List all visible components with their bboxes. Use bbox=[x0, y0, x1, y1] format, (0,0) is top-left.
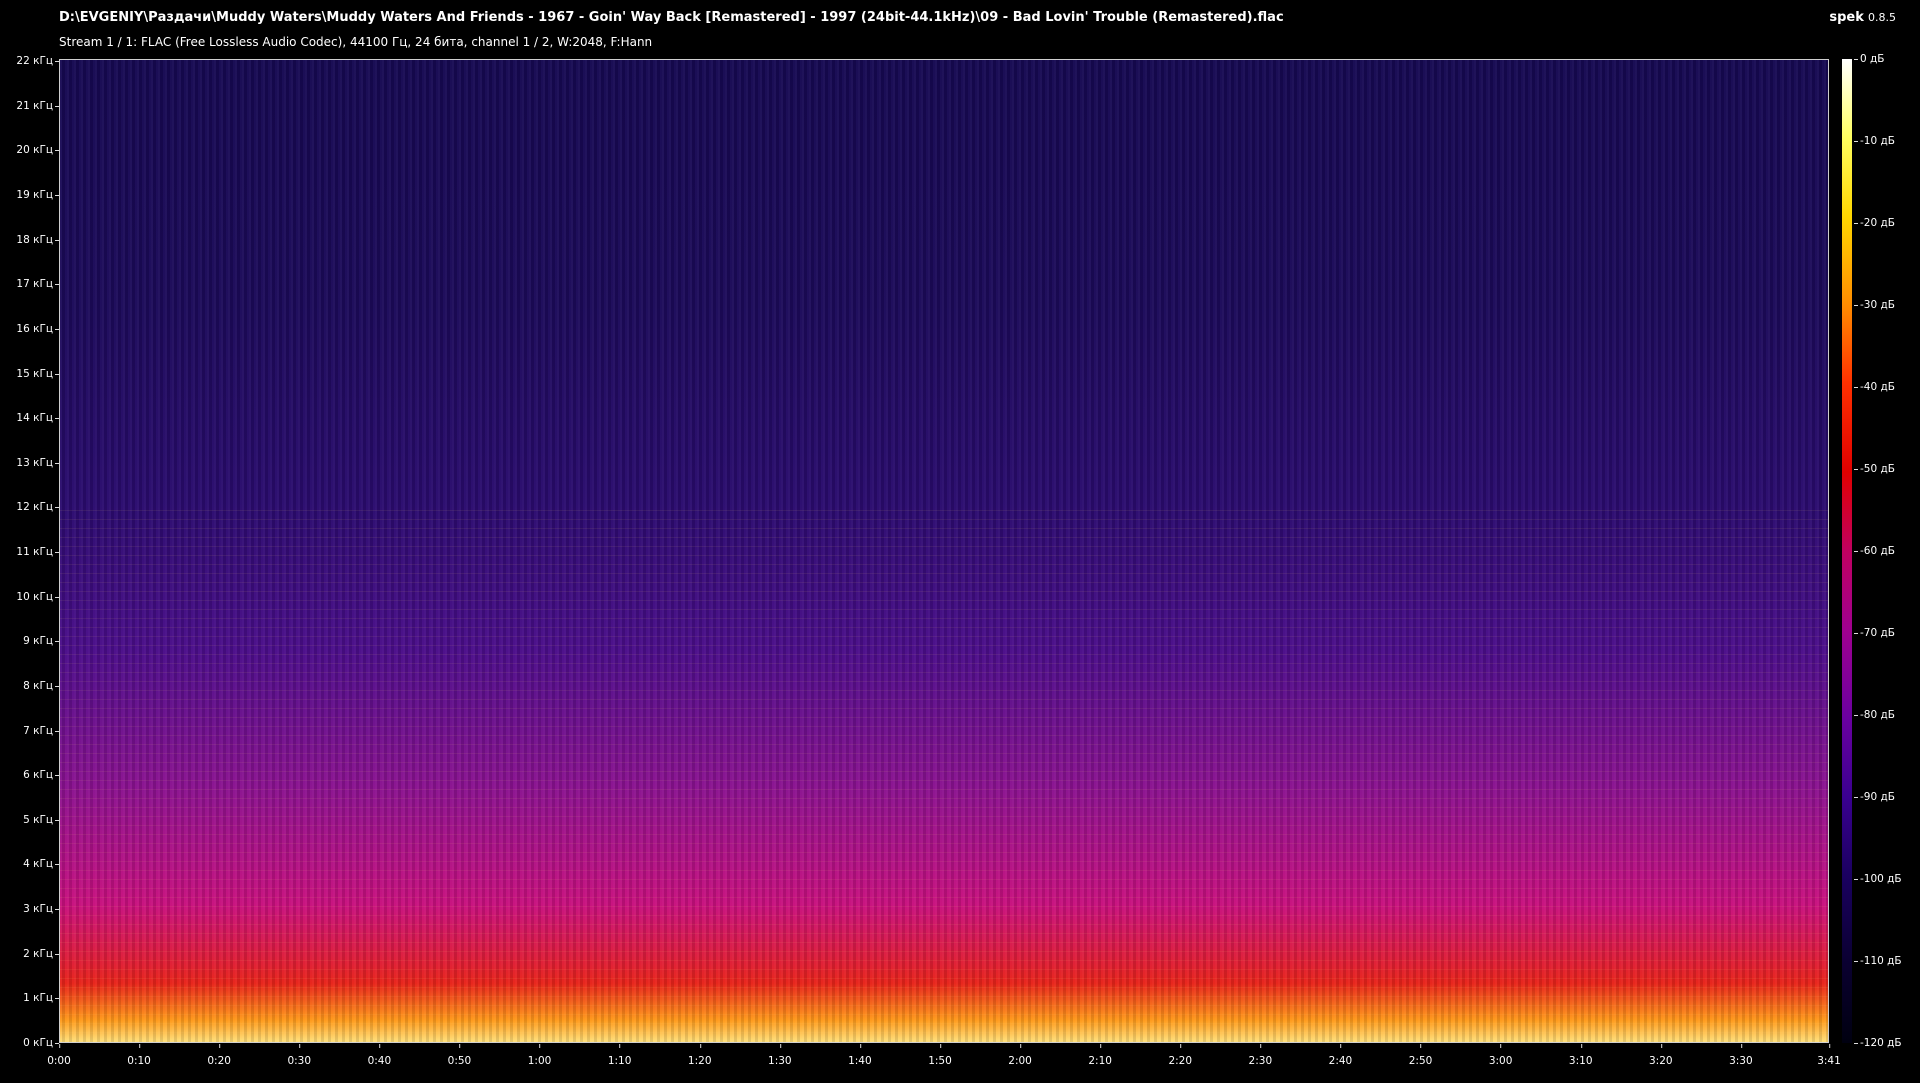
time-tick-label: 1:00 bbox=[527, 1044, 552, 1067]
spectrogram-harmonics bbox=[60, 501, 1828, 1042]
db-axis: 0 дБ -10 дБ -20 дБ -30 дБ -40 дБ -50 дБ -60 дБ… bbox=[1853, 53, 1920, 1049]
spek-window: D:\EVGENIY\Раздачи\Muddy Waters\Muddy Wa… bbox=[0, 0, 1920, 1083]
time-tick-label: 2:40 bbox=[1328, 1044, 1353, 1067]
app-version: 0.8.5 bbox=[1868, 11, 1896, 24]
file-path-title: D:\EVGENIY\Раздачи\Muddy Waters\Muddy Wa… bbox=[59, 10, 1284, 25]
time-tick-label: 3:41 bbox=[1817, 1044, 1841, 1067]
frequency-tick-label: 13 кГц bbox=[16, 456, 59, 469]
frequency-tick-label: 10 кГц bbox=[16, 590, 59, 603]
frequency-tick-label: 9 кГц bbox=[23, 635, 59, 648]
time-tick-label: 3:20 bbox=[1649, 1044, 1673, 1067]
time-tick-label: 1:30 bbox=[768, 1044, 792, 1067]
time-tick-label: 3:10 bbox=[1568, 1044, 1593, 1067]
time-tick-label: 2:10 bbox=[1088, 1044, 1112, 1067]
db-tick-label: -60 дБ bbox=[1854, 545, 1895, 557]
db-tick-label: -30 дБ bbox=[1854, 299, 1895, 311]
db-tick-label: -120 дБ bbox=[1854, 1037, 1902, 1049]
time-tick-label: 3:30 bbox=[1729, 1044, 1753, 1067]
time-tick-label: 1:10 bbox=[607, 1044, 632, 1067]
frequency-tick-label: 7 кГц bbox=[23, 724, 59, 737]
time-tick-label: 2:20 bbox=[1168, 1044, 1193, 1067]
frequency-tick-label: 4 кГц bbox=[23, 858, 59, 871]
db-tick-label: -10 дБ bbox=[1854, 135, 1895, 147]
frequency-axis: 22 кГц 21 кГц 20 кГц 19 кГц 18 кГц 17 кГц 16 к… bbox=[0, 55, 59, 1049]
time-tick-label: 0:40 bbox=[367, 1044, 392, 1067]
db-tick-label: -110 дБ bbox=[1854, 955, 1902, 967]
db-tick-label: -100 дБ bbox=[1854, 873, 1902, 885]
frequency-tick-label: 22 кГц bbox=[16, 55, 59, 68]
frequency-tick-label: 21 кГц bbox=[16, 99, 59, 112]
db-tick-label: 0 дБ bbox=[1853, 53, 1885, 65]
frequency-tick-label: 11 кГц bbox=[16, 546, 59, 559]
frequency-tick-label: 19 кГц bbox=[16, 189, 59, 202]
frequency-tick-label: 8 кГц bbox=[23, 679, 59, 692]
time-tick-label: 1:50 bbox=[928, 1044, 952, 1067]
time-axis: 0:00 0:10 0:20 0:30 0:40 0:50 1:00 1:10 1:20 1:30… bbox=[47, 1043, 1841, 1073]
frequency-tick-label: 3 кГц bbox=[23, 903, 59, 916]
frequency-tick-label: 14 кГц bbox=[16, 412, 59, 425]
time-tick-label: 0:10 bbox=[127, 1044, 151, 1067]
db-tick-label: -90 дБ bbox=[1854, 791, 1895, 803]
time-tick-label: 0:50 bbox=[447, 1044, 472, 1067]
time-tick-label: 0:20 bbox=[207, 1044, 231, 1067]
time-tick-label: 1:20 bbox=[687, 1044, 712, 1067]
frequency-tick-label: 20 кГц bbox=[16, 144, 59, 157]
spectrogram-plot[interactable] bbox=[59, 59, 1829, 1043]
frequency-tick-label: 5 кГц bbox=[23, 813, 59, 826]
frequency-tick-label: 12 кГц bbox=[16, 501, 59, 514]
db-tick-label: -40 дБ bbox=[1854, 381, 1895, 393]
frequency-tick-label: 15 кГц bbox=[16, 367, 59, 380]
time-tick-label: 0:30 bbox=[287, 1044, 312, 1067]
time-tick-label: 2:50 bbox=[1408, 1044, 1433, 1067]
db-color-scale-bar bbox=[1842, 59, 1852, 1043]
db-tick-label: -20 дБ bbox=[1854, 217, 1895, 229]
time-tick-label: 1:40 bbox=[848, 1044, 872, 1067]
frequency-tick-label: 6 кГц bbox=[23, 769, 59, 782]
time-tick-label: 2:00 bbox=[1008, 1044, 1032, 1067]
time-tick-label: 2:30 bbox=[1248, 1044, 1273, 1067]
frequency-tick-label: 0 кГц bbox=[23, 1037, 59, 1049]
app-brand: spek 0.8.5 bbox=[1829, 10, 1896, 25]
db-tick-label: -50 дБ bbox=[1854, 463, 1895, 475]
app-name: spek bbox=[1829, 10, 1864, 25]
frequency-tick-label: 2 кГц bbox=[23, 947, 59, 960]
stream-info: Stream 1 / 1: FLAC (Free Lossless Audio … bbox=[59, 35, 653, 49]
db-tick-label: -70 дБ bbox=[1854, 627, 1895, 639]
frequency-tick-label: 16 кГц bbox=[16, 322, 59, 335]
frequency-tick-label: 18 кГц bbox=[16, 233, 59, 246]
frequency-tick-label: 1 кГц bbox=[23, 992, 59, 1005]
frequency-tick-label: 17 кГц bbox=[16, 278, 59, 291]
time-tick-label: 3:00 bbox=[1488, 1044, 1513, 1067]
db-tick-label: -80 дБ bbox=[1854, 709, 1895, 721]
time-tick-label: 0:00 bbox=[47, 1044, 71, 1067]
